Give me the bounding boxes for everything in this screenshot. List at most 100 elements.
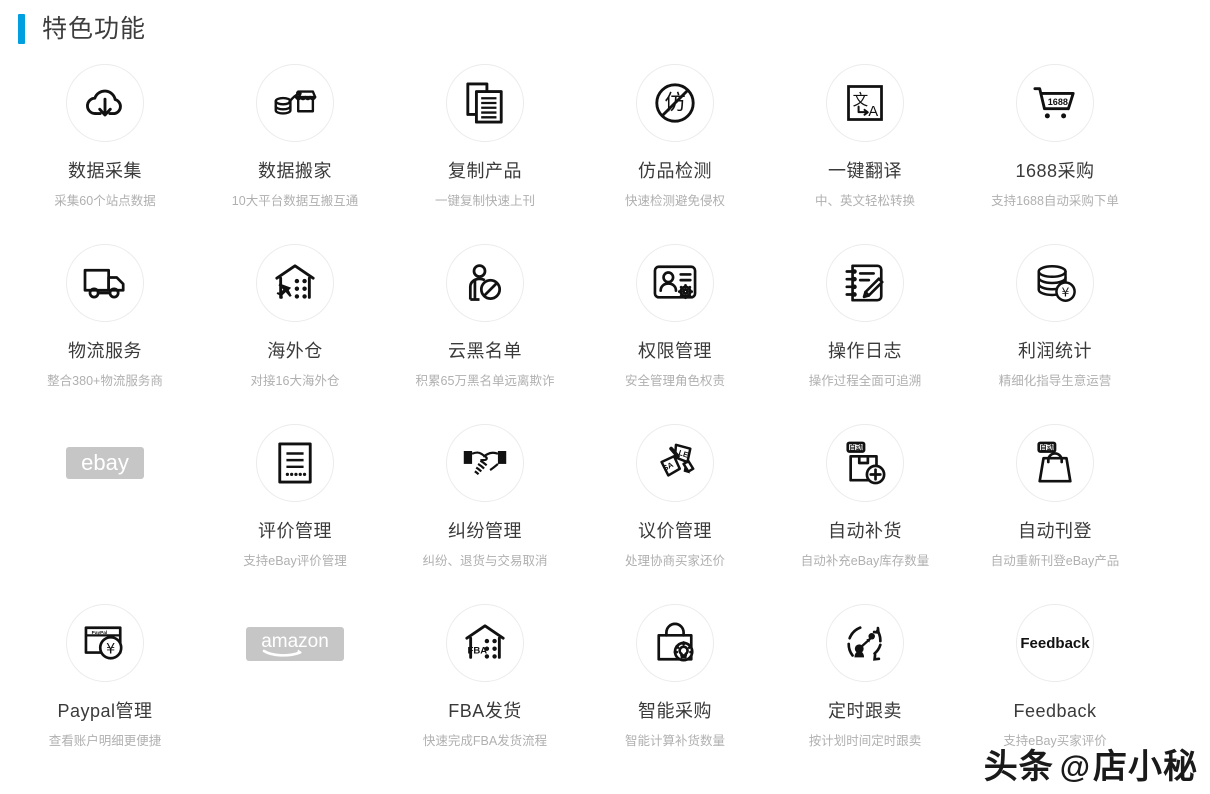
- cloud-download-icon: [66, 64, 144, 142]
- feature-title: 智能采购: [638, 701, 712, 721]
- user-permission-icon: [636, 244, 714, 322]
- feature-title: FBA发货: [448, 701, 522, 721]
- page-title: 特色功能: [42, 15, 147, 43]
- feature-item-data-collection[interactable]: 数据采集 采集60个站点数据: [10, 58, 200, 238]
- feature-subtitle: 支持eBay买家评价: [1003, 734, 1107, 748]
- feature-item-feedback[interactable]: Feedback Feedback 支持eBay买家评价: [960, 598, 1150, 778]
- feature-item-scheduled-follow[interactable]: 定时跟卖 按计划时间定时跟卖: [770, 598, 960, 778]
- feedback-icon: Feedback: [1016, 604, 1094, 682]
- feature-item-profit-statistics[interactable]: ¥ 利润统计 精细化指导生意运营: [960, 238, 1150, 418]
- feature-title: 数据采集: [68, 161, 142, 181]
- feature-title: 自动补货: [828, 521, 902, 541]
- feature-title: 1688采购: [1015, 161, 1095, 181]
- fba-warehouse-icon: FBA: [446, 604, 524, 682]
- feature-subtitle: 对接16大海外仓: [250, 374, 340, 388]
- scheduled-follow-icon: [826, 604, 904, 682]
- feature-subtitle: 纠纷、退货与交易取消: [422, 554, 548, 568]
- overseas-warehouse-icon: [256, 244, 334, 322]
- fba-label: FBA: [468, 646, 488, 657]
- feature-item-copy-product[interactable]: 复制产品 一键复制快速上刊: [390, 58, 580, 238]
- feature-item-paypal-management[interactable]: PayPal ¥ Paypal管理 查看账户明细更便捷: [10, 598, 200, 778]
- feature-item-ebay-brand[interactable]: ebay: [10, 418, 200, 598]
- amazon-logo: amazon: [246, 627, 344, 661]
- blacklist-user-icon: [446, 244, 524, 322]
- feature-title: 数据搬家: [258, 161, 332, 181]
- auto-restock-box-icon: 自动: [826, 424, 904, 502]
- feature-item-overseas-warehouse[interactable]: 海外仓 对接16大海外仓: [200, 238, 390, 418]
- feature-item-fba-shipping[interactable]: FBA FBA发货 快速完成FBA发货流程: [390, 598, 580, 778]
- handshake-icon: [446, 424, 524, 502]
- auto-listing-bag-icon: 自动: [1016, 424, 1094, 502]
- feature-title: 自动刊登: [1018, 521, 1092, 541]
- copy-documents-icon: [446, 64, 524, 142]
- feature-subtitle: 精细化指导生意运营: [998, 374, 1112, 388]
- feature-title: 权限管理: [638, 341, 712, 361]
- ebay-logo: ebay: [66, 447, 144, 479]
- accent-bar: [18, 14, 25, 44]
- feature-subtitle: 自动重新刊登eBay产品: [990, 554, 1120, 568]
- svg-text:自动: 自动: [1040, 443, 1054, 452]
- feature-title: Feedback: [1013, 701, 1097, 721]
- feature-subtitle: 10大平台数据互搬互通: [231, 194, 359, 208]
- yen-glyph: ¥: [1062, 284, 1070, 299]
- feature-title: 一键翻译: [828, 161, 902, 181]
- feature-title: 云黑名单: [448, 341, 522, 361]
- feature-item-price-negotiation[interactable]: LE SA 议价管理 处理协商买家还价: [580, 418, 770, 598]
- feature-item-logistics[interactable]: 物流服务 整合380+物流服务商: [10, 238, 200, 418]
- feature-subtitle: 处理协商买家还价: [624, 554, 725, 568]
- amazon-wordmark: amazon: [261, 631, 329, 652]
- feature-subtitle: 整合380+物流服务商: [47, 374, 163, 388]
- feature-title: 物流服务: [68, 341, 142, 361]
- notebook-pencil-icon: [826, 244, 904, 322]
- feedback-label: Feedback: [1020, 635, 1090, 652]
- ebay-wordmark: ebay: [81, 451, 129, 475]
- feature-subtitle: 一键复制快速上刊: [434, 194, 535, 208]
- translate-en-glyph: A: [868, 104, 878, 120]
- svg-text:¥: ¥: [106, 641, 115, 657]
- feature-subtitle: 采集60个站点数据: [54, 194, 156, 208]
- feature-item-review-management[interactable]: 评价管理 支持eBay评价管理: [200, 418, 390, 598]
- review-document-icon: [256, 424, 334, 502]
- translate-icon: 文 A: [826, 64, 904, 142]
- feature-title: 仿品检测: [638, 161, 712, 181]
- feature-subtitle: 按计划时间定时跟卖: [808, 734, 922, 748]
- feature-item-auto-restock[interactable]: 自动 自动补货 自动补充eBay库存数量: [770, 418, 960, 598]
- price-tags-icon: LE SA: [636, 424, 714, 502]
- feature-item-1688-purchase[interactable]: 1688 1688采购 支持1688自动采购下单: [960, 58, 1150, 238]
- auto-badge-label: 自动: [849, 443, 863, 452]
- feature-item-auto-listing[interactable]: 自动 自动刊登 自动重新刊登eBay产品: [960, 418, 1150, 598]
- feature-item-cloud-blacklist[interactable]: 云黑名单 积累65万黑名单远离欺诈: [390, 238, 580, 418]
- feature-subtitle: 快速检测避免侵权: [624, 194, 725, 208]
- feature-subtitle: 积累65万黑名单远离欺诈: [415, 374, 555, 388]
- feature-item-dispute-management[interactable]: 纠纷管理 纠纷、退货与交易取消: [390, 418, 580, 598]
- feature-title: 议价管理: [638, 521, 712, 541]
- feature-subtitle: 快速完成FBA发货流程: [422, 734, 548, 748]
- feature-item-smart-purchase[interactable]: 智能采购 智能计算补货数量: [580, 598, 770, 778]
- feature-subtitle: 操作过程全面可追溯: [808, 374, 922, 388]
- feature-item-one-click-translate[interactable]: 文 A 一键翻译 中、英文轻松转换: [770, 58, 960, 238]
- cart-1688-icon: 1688: [1016, 64, 1094, 142]
- feature-item-data-migration[interactable]: 数据搬家 10大平台数据互搬互通: [200, 58, 390, 238]
- feature-title: 评价管理: [258, 521, 332, 541]
- feature-subtitle: 智能计算补货数量: [624, 734, 725, 748]
- feature-title: 复制产品: [448, 161, 522, 181]
- feature-subtitle: 支持eBay评价管理: [243, 554, 347, 568]
- feature-title: 操作日志: [828, 341, 902, 361]
- feature-subtitle: 自动补充eBay库存数量: [800, 554, 930, 568]
- translate-cn-glyph: 文: [853, 91, 869, 109]
- feature-item-amazon-brand[interactable]: amazon: [200, 598, 390, 778]
- feature-subtitle: 支持1688自动采购下单: [991, 194, 1119, 208]
- feature-title: 海外仓: [267, 341, 323, 361]
- feature-item-permission-management[interactable]: 权限管理 安全管理角色权责: [580, 238, 770, 418]
- feature-grid: 数据采集 采集60个站点数据 数据搬家 10大平台数据互搬互通 复制产品 一键复…: [0, 58, 1210, 778]
- paypal-wordmark: PayPal: [92, 630, 108, 636]
- feature-subtitle: 中、英文轻松转换: [814, 194, 915, 208]
- feature-item-counterfeit-detection[interactable]: 仿 仿品检测 快速检测避免侵权: [580, 58, 770, 238]
- feature-title: 纠纷管理: [448, 521, 522, 541]
- feature-item-operation-log[interactable]: 操作日志 操作过程全面可追溯: [770, 238, 960, 418]
- smart-purchase-icon: [636, 604, 714, 682]
- feature-title: Paypal管理: [57, 701, 153, 721]
- feature-title: 利润统计: [1018, 341, 1092, 361]
- database-shop-icon: [256, 64, 334, 142]
- feature-title: 定时跟卖: [828, 701, 902, 721]
